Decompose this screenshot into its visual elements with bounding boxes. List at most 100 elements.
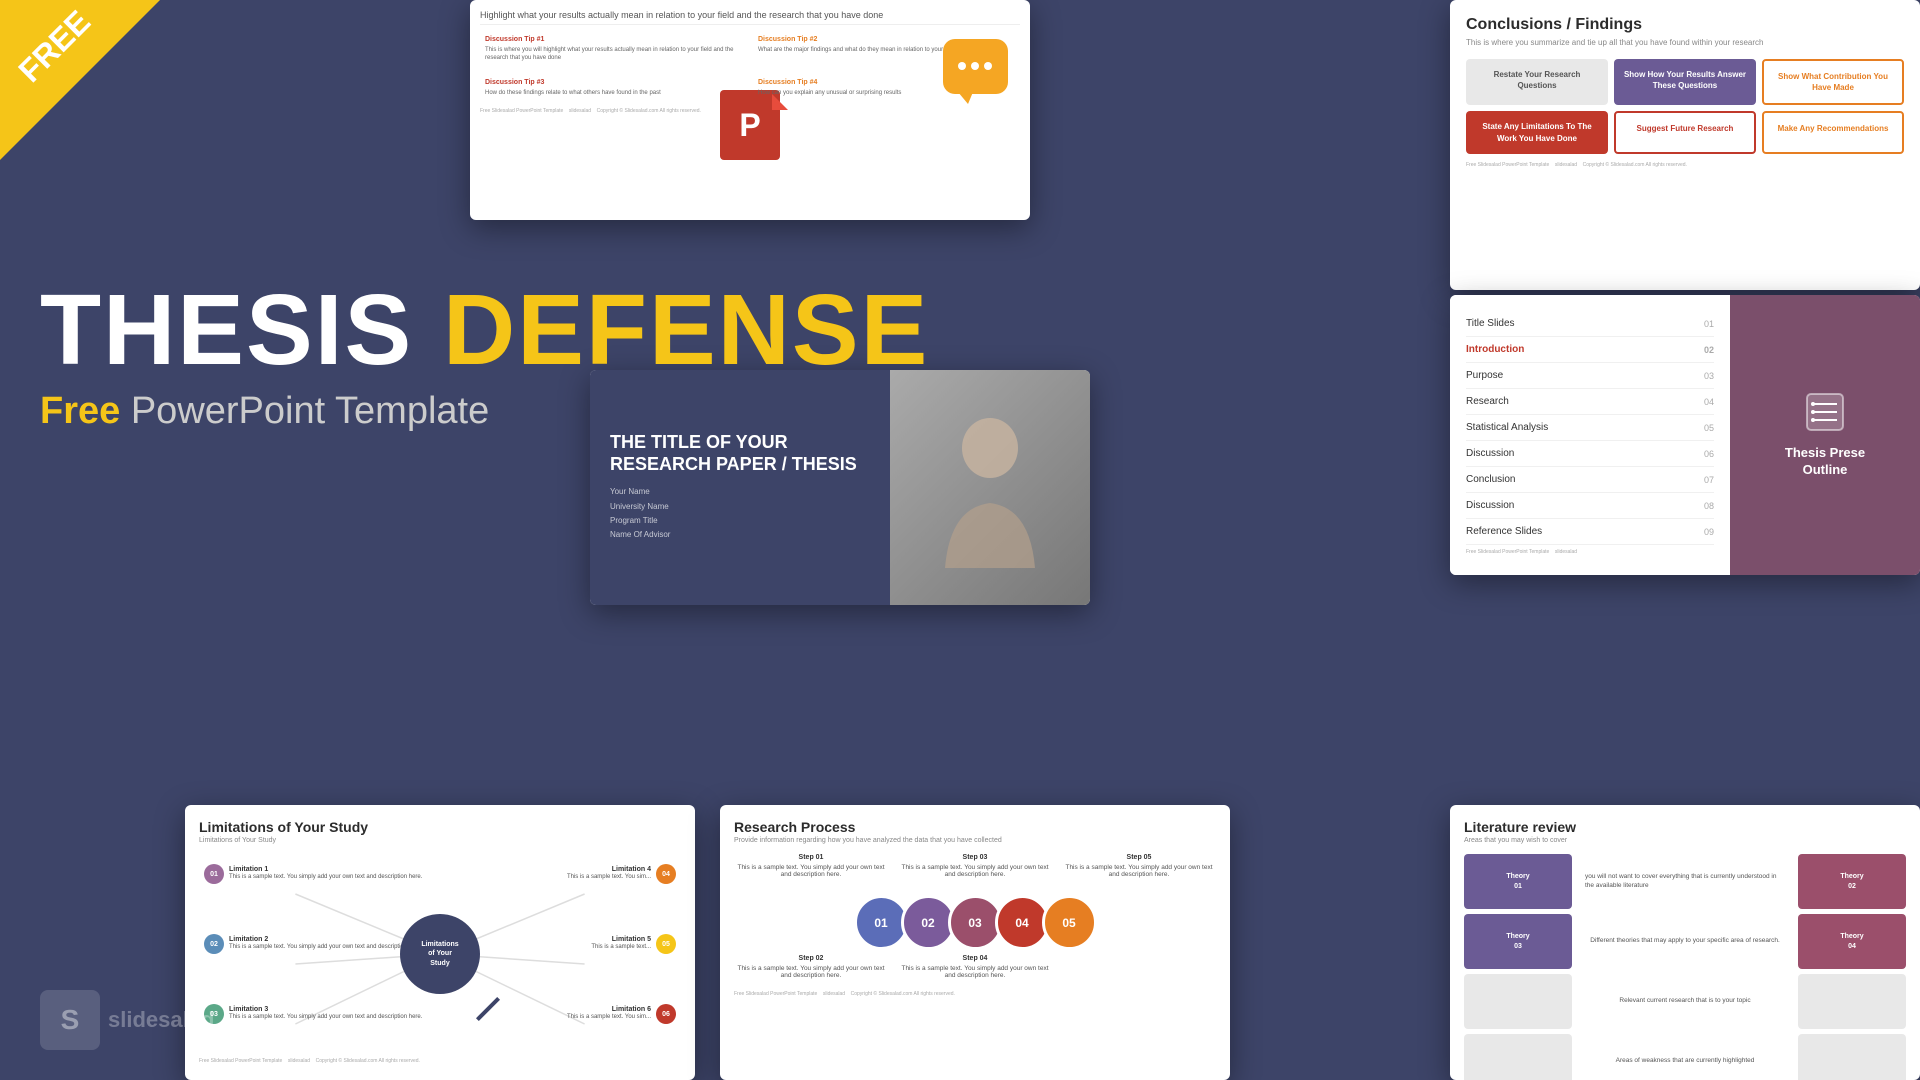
your-name: Your Name (610, 485, 870, 499)
disc-tip-3: Discussion Tip #3 How do these findings … (480, 74, 747, 102)
main-title-area: THESIS DEFENSE Free PowerPoint Template (40, 280, 929, 433)
lim-item-5: Limitation 5 This is a sample text... 05 (591, 934, 676, 954)
toc-slide-preview[interactable]: Title Slides 01 Introduction 02 Purpose … (1450, 295, 1920, 575)
conc-box-1: Restate Your Research Questions (1466, 59, 1608, 105)
disc-tip-1-title: Discussion Tip #1 (485, 36, 742, 43)
subtitle-rest: PowerPoint Template (120, 390, 489, 432)
res-step-3-text: This is a sample text. You simply add yo… (898, 864, 1052, 878)
research-steps: Step 01 This is a sample text. You simpl… (734, 854, 1216, 878)
res-step-2: Step 02 This is a sample text. You simpl… (734, 955, 888, 979)
toc-row-3: Purpose 03 (1466, 363, 1714, 389)
conclusions-slide-preview[interactable]: Conclusions / Findings This is where you… (1450, 0, 1920, 290)
toc-num-7: 07 (1704, 475, 1714, 485)
lim-item-2: 02 Limitation 2 This is a sample text. Y… (204, 934, 422, 954)
toc-label-3: Purpose (1466, 370, 1503, 381)
lim-item-4: Limitation 4 This is a sample text. You … (567, 864, 676, 884)
lit-grid-3: Relevant current research that is to you… (1464, 974, 1906, 1029)
toc-row-2: Introduction 02 (1466, 337, 1714, 363)
research-circles: 01 02 03 04 05 (734, 890, 1216, 955)
lit-text-1: you will not want to cover everything th… (1577, 854, 1793, 909)
university-name: University Name (610, 500, 870, 514)
lit-grid-2: Theory03 Different theories that may app… (1464, 914, 1906, 969)
literature-subtitle: Areas that you may wish to cover (1464, 837, 1906, 844)
theory-01: Theory01 (1464, 854, 1572, 909)
res-step-empty (1062, 955, 1216, 979)
chat-dot-2 (971, 62, 979, 70)
subtitle: Free PowerPoint Template (40, 390, 929, 433)
research-subtitle: Provide information regarding how you ha… (734, 837, 1216, 844)
lim-num-1: 01 (204, 864, 224, 884)
lim-num-4: 04 (656, 864, 676, 884)
main-title: THESIS DEFENSE (40, 280, 929, 380)
res-step-3: Step 03 This is a sample text. You simpl… (898, 854, 1052, 878)
lim-item-1: 01 Limitation 1 This is a sample text. Y… (204, 864, 422, 884)
discussion-slide-preview[interactable]: P Highlight what your results actually m… (470, 0, 1030, 220)
conclusions-grid-2: State Any Limitations To The Work You Ha… (1466, 111, 1904, 153)
toc-num-3: 03 (1704, 371, 1714, 381)
conc-box-4: State Any Limitations To The Work You Ha… (1466, 111, 1608, 153)
res-footer: Free Slidesalad PowerPoint Template slid… (734, 991, 1216, 997)
conc-box-2: Show How Your Results Answer These Quest… (1614, 59, 1756, 105)
chat-dots (958, 62, 992, 70)
title-slide-info: Your Name University Name Program Title … (610, 485, 870, 543)
toc-row-7: Conclusion 07 (1466, 467, 1714, 493)
lit-text-2: Different theories that may apply to you… (1577, 914, 1793, 969)
toc-footer: Free Slidesalad PowerPoint Template slid… (1466, 549, 1714, 555)
conclusions-grid: Restate Your Research Questions Show How… (1466, 59, 1904, 105)
res-step-1: Step 01 This is a sample text. You simpl… (734, 854, 888, 878)
toc-num-6: 06 (1704, 449, 1714, 459)
lit-grid-4: Areas of weakness that are currently hig… (1464, 1034, 1906, 1080)
lim-num-2: 02 (204, 934, 224, 954)
toc-row-9: Reference Slides 09 (1466, 519, 1714, 545)
res-step-4-title: Step 04 (898, 955, 1052, 962)
literature-slide-preview[interactable]: Literature review Areas that you may wis… (1450, 805, 1920, 1080)
lim-text-3: Limitation 3 This is a sample text. You … (229, 1006, 422, 1021)
toc-row-4: Research 04 (1466, 389, 1714, 415)
theory-02: Theory02 (1798, 854, 1906, 909)
checklist-icon (1805, 392, 1845, 435)
conc-box-5: Suggest Future Research (1614, 111, 1756, 153)
res-step-5-text: This is a sample text. You simply add yo… (1062, 864, 1216, 878)
disc-tip-1: Discussion Tip #1 This is where you will… (480, 31, 747, 68)
lim-footer: Free Slidesalad PowerPoint Template slid… (199, 1058, 681, 1064)
chat-dot-1 (958, 62, 966, 70)
slidesalad-logo: S slidesalad (40, 990, 214, 1050)
toc-num-4: 04 (1704, 397, 1714, 407)
res-step-2-text: This is a sample text. You simply add yo… (734, 965, 888, 979)
toc-row-8: Discussion 08 (1466, 493, 1714, 519)
logo-name: slidesalad (108, 1007, 214, 1033)
toc-num-5: 05 (1704, 423, 1714, 433)
lim-text-2: Limitation 2 This is a sample text. You … (229, 936, 422, 951)
toc-row-6: Discussion 06 (1466, 441, 1714, 467)
limitations-diagram: Limitationsof YourStudy 01 Limitation 1 … (199, 854, 681, 1054)
res-step-5-title: Step 05 (1062, 854, 1216, 861)
research-slide-preview[interactable]: Research Process Provide information reg… (720, 805, 1230, 1080)
res-step-5: Step 05 This is a sample text. You simpl… (1062, 854, 1216, 878)
limitations-title: Limitations of Your Study (199, 819, 681, 835)
title-line2: DEFENSE (443, 274, 929, 386)
lit-text-4: Areas of weakness that are currently hig… (1577, 1034, 1793, 1080)
conclusions-title: Conclusions / Findings (1466, 16, 1904, 34)
res-step-2-title: Step 02 (734, 955, 888, 962)
limitations-slide-preview[interactable]: Limitations of Your Study Limitations of… (185, 805, 695, 1080)
discussion-grid: Discussion Tip #1 This is where you will… (480, 31, 1020, 102)
lit-empty-2 (1798, 974, 1906, 1029)
toc-label-8: Discussion (1466, 500, 1514, 511)
disc-tip-1-body: This is where you will highlight what yo… (485, 46, 742, 63)
toc-num-2: 02 (1704, 345, 1714, 355)
lim-text-6: Limitation 6 This is a sample text. You … (567, 1006, 651, 1021)
toc-label-1: Title Slides (1466, 318, 1515, 329)
chat-bubble (943, 39, 1008, 94)
circle-05: 05 (1042, 895, 1097, 950)
limitations-subtitle: Limitations of Your Study (199, 837, 681, 844)
program-title: Program Title (610, 514, 870, 528)
toc-right: Thesis PreseOutline (1730, 295, 1920, 575)
lit-text-3: Relevant current research that is to you… (1577, 974, 1793, 1029)
res-step-1-text: This is a sample text. You simply add yo… (734, 864, 888, 878)
lit-empty-3 (1464, 1034, 1572, 1080)
toc-row-1: Title Slides 01 (1466, 311, 1714, 337)
theory-03: Theory03 (1464, 914, 1572, 969)
subtitle-free: Free (40, 390, 120, 432)
lim-text-5: Limitation 5 This is a sample text... (591, 936, 651, 951)
research-bottom-steps: Step 02 This is a sample text. You simpl… (734, 955, 1216, 979)
